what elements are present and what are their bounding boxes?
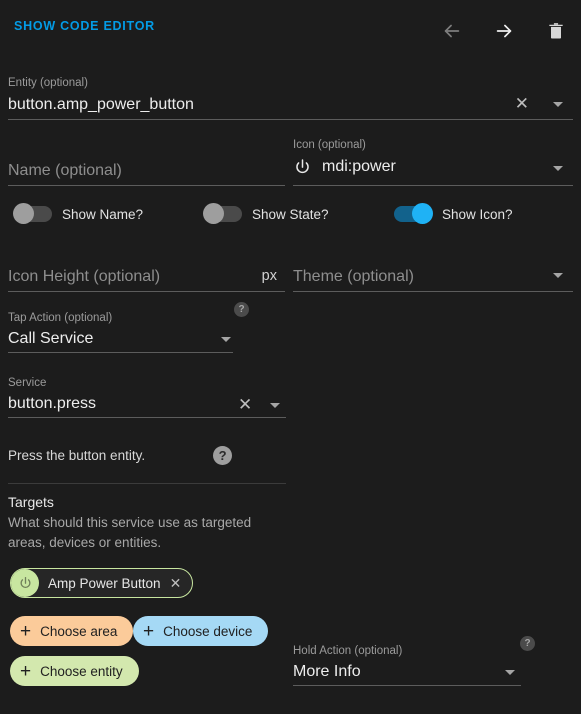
name-field[interactable]: Name (optional) bbox=[8, 148, 285, 186]
icon-chevron-down-icon[interactable] bbox=[553, 166, 563, 171]
choose-device-label: Choose device bbox=[163, 623, 253, 639]
arrow-left-icon[interactable] bbox=[439, 18, 465, 44]
show-state-toggle[interactable] bbox=[203, 203, 242, 224]
name-field-underline bbox=[8, 185, 285, 186]
hold-action-label: Hold Action (optional) bbox=[293, 645, 403, 657]
card-editor-panel: SHOW CODE EDITOR Entity (optional) butto… bbox=[0, 0, 581, 714]
theme-field-underline bbox=[293, 291, 573, 292]
show-icon-toggle-row: Show Icon? bbox=[394, 203, 513, 224]
show-state-label: Show State? bbox=[252, 206, 329, 222]
show-name-toggle-row: Show Name? bbox=[13, 203, 144, 224]
toggle-knob bbox=[13, 203, 34, 224]
service-chevron-down-icon[interactable] bbox=[270, 403, 280, 408]
plus-icon: + bbox=[20, 620, 32, 642]
choose-device-chip[interactable]: + Choose device bbox=[133, 616, 269, 646]
hold-action-chevron-down-icon[interactable] bbox=[505, 670, 515, 675]
icon-height-field[interactable]: Icon Height (optional) px bbox=[8, 256, 285, 292]
toggle-knob bbox=[203, 203, 224, 224]
icon-field-value: mdi:power bbox=[322, 158, 396, 175]
trash-icon[interactable] bbox=[543, 18, 569, 44]
hold-action-help-icon[interactable]: ? bbox=[520, 636, 535, 651]
toggle-knob bbox=[412, 203, 433, 224]
entity-field-underline bbox=[8, 119, 573, 120]
service-label: Service bbox=[8, 377, 47, 389]
show-icon-label: Show Icon? bbox=[442, 206, 513, 222]
choose-area-label: Choose area bbox=[40, 623, 118, 639]
targets-description: What should this service use as targeted… bbox=[8, 515, 252, 550]
icon-field-label: Icon (optional) bbox=[293, 139, 366, 151]
target-entity-chip[interactable]: Amp Power Button ✕ bbox=[10, 568, 194, 598]
header-actions bbox=[439, 18, 569, 44]
icon-height-underline bbox=[8, 291, 285, 292]
target-entity-remove-icon[interactable]: ✕ bbox=[170, 575, 182, 592]
choose-entity-label: Choose entity bbox=[40, 663, 123, 679]
power-icon bbox=[293, 158, 312, 177]
tap-action-label: Tap Action (optional) bbox=[8, 312, 113, 324]
hold-action-value: More Info bbox=[293, 663, 361, 680]
plus-icon: + bbox=[20, 660, 32, 682]
tap-action-underline bbox=[8, 352, 233, 353]
entity-field[interactable]: Entity (optional) button.amp_power_butto… bbox=[8, 76, 573, 120]
arrow-right-icon[interactable] bbox=[491, 18, 517, 44]
hold-action-field[interactable]: Hold Action (optional) More Info bbox=[293, 644, 521, 686]
tap-action-chevron-down-icon[interactable] bbox=[221, 337, 231, 342]
choose-area-chip[interactable]: + Choose area bbox=[10, 616, 134, 646]
theme-field[interactable]: Theme (optional) bbox=[293, 256, 573, 292]
tap-action-field[interactable]: Tap Action (optional) Call Service bbox=[8, 311, 233, 353]
service-field-underline bbox=[8, 417, 286, 418]
service-clear-icon[interactable]: ✕ bbox=[238, 396, 252, 413]
choose-entity-chip[interactable]: + Choose entity bbox=[10, 656, 139, 686]
editor-header: SHOW CODE EDITOR bbox=[0, 0, 581, 58]
entity-field-value: button.amp_power_button bbox=[8, 96, 194, 113]
power-icon bbox=[11, 569, 39, 597]
service-field[interactable]: Service button.press ✕ bbox=[8, 376, 286, 418]
name-field-placeholder: Name (optional) bbox=[8, 162, 122, 179]
plus-icon: + bbox=[143, 620, 155, 642]
show-icon-toggle[interactable] bbox=[394, 203, 433, 224]
tap-action-help-icon[interactable]: ? bbox=[234, 302, 249, 317]
targets-divider bbox=[8, 483, 286, 484]
entity-chevron-down-icon[interactable] bbox=[553, 102, 563, 107]
theme-placeholder: Theme (optional) bbox=[293, 268, 414, 285]
show-code-editor-button[interactable]: SHOW CODE EDITOR bbox=[10, 17, 159, 35]
entity-field-label: Entity (optional) bbox=[8, 77, 88, 89]
service-description-help-icon[interactable]: ? bbox=[213, 446, 233, 465]
service-description-text: Press the button entity. bbox=[8, 448, 146, 463]
icon-field[interactable]: Icon (optional) mdi:power bbox=[293, 138, 573, 186]
target-entity-label: Amp Power Button bbox=[48, 575, 161, 591]
show-name-toggle[interactable] bbox=[13, 203, 52, 224]
hold-action-underline bbox=[293, 685, 521, 686]
icon-field-underline bbox=[293, 185, 573, 186]
theme-chevron-down-icon[interactable] bbox=[553, 273, 563, 278]
targets-title: Targets bbox=[8, 494, 54, 510]
service-description-row: Press the button entity. ? bbox=[8, 446, 288, 465]
show-name-label: Show Name? bbox=[62, 206, 144, 222]
show-state-toggle-row: Show State? bbox=[203, 203, 329, 224]
tap-action-value: Call Service bbox=[8, 330, 94, 347]
entity-clear-icon[interactable]: ✕ bbox=[515, 95, 529, 112]
icon-height-suffix: px bbox=[261, 268, 277, 284]
icon-height-placeholder: Icon Height (optional) bbox=[8, 268, 161, 285]
